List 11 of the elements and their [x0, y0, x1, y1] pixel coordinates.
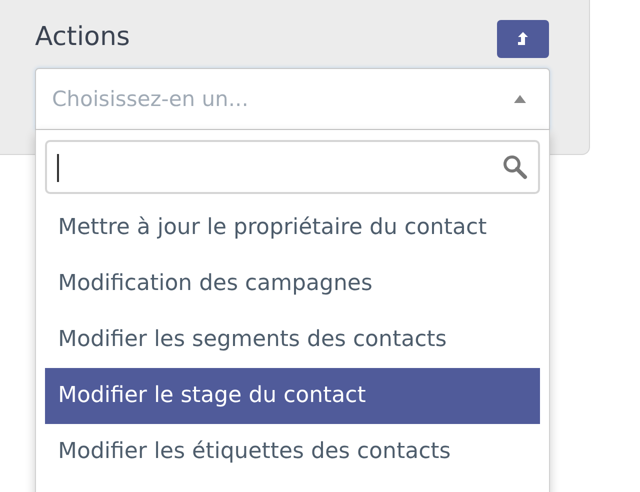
search-icon: [502, 154, 528, 180]
caret-icon: [513, 94, 527, 104]
search-field[interactable]: [45, 140, 540, 194]
arrow-up-icon: [516, 30, 530, 48]
dropdown-option[interactable]: Modifier les étiquettes des contacts: [45, 424, 540, 480]
panel-title: Actions: [35, 22, 130, 52]
dropdown-option[interactable]: Modifier le stage du contact: [45, 368, 540, 424]
dropdown-option[interactable]: Modifier les segments des contacts: [45, 312, 540, 368]
collapse-button[interactable]: [497, 20, 549, 58]
dropdown-option[interactable]: Modification des campagnes: [45, 256, 540, 312]
dropdown-option[interactable]: Mettre à jour le propriétaire du contact: [45, 200, 540, 256]
